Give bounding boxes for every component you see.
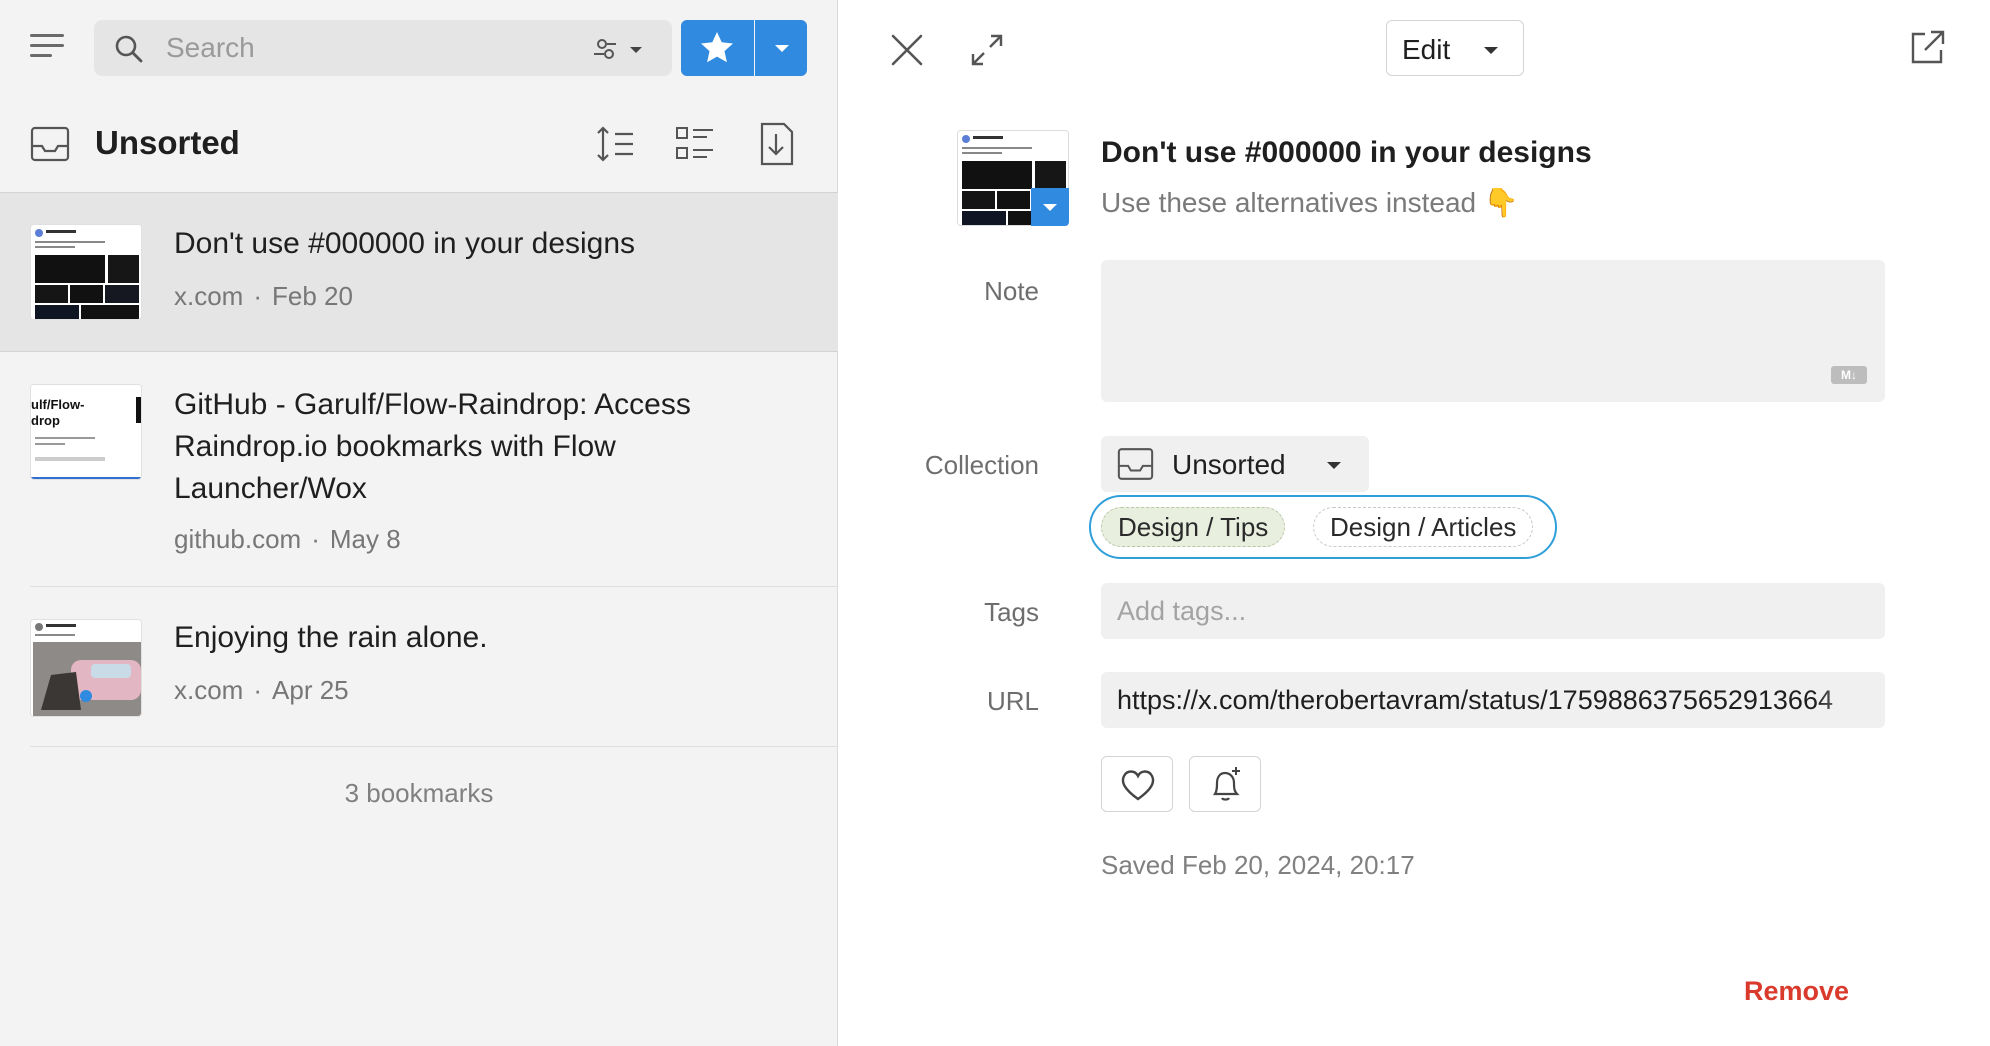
- tags-label: Tags: [984, 597, 1039, 627]
- meta-separator: ·: [253, 675, 263, 705]
- bookmark-item[interactable]: Enjoying the rain alone. x.com · Apr 25: [0, 587, 838, 747]
- remove-button[interactable]: Remove: [1744, 976, 1849, 1007]
- download-icon[interactable]: [754, 122, 798, 166]
- suggested-tag[interactable]: Design / Articles: [1313, 507, 1534, 547]
- meta-separator: ·: [253, 281, 263, 311]
- bookmark-detail-panel: Edit Don't use #000000 in your designs U…: [839, 0, 1990, 1046]
- sort-icon[interactable]: [593, 122, 637, 166]
- note-field: M↓: [1101, 260, 1885, 402]
- thumbnail-text: ulf/Flow- drop: [31, 397, 85, 428]
- bell-plus-icon: [1212, 767, 1240, 801]
- bookmark-title: Don't use #000000 in your designs: [1101, 136, 1592, 169]
- inbox-icon: [1117, 448, 1154, 480]
- url-input[interactable]: [1117, 682, 1869, 718]
- edit-button[interactable]: Edit: [1386, 20, 1524, 76]
- close-icon[interactable]: [889, 32, 925, 68]
- reminder-button[interactable]: [1189, 756, 1261, 812]
- bookmark-thumbnail: [30, 619, 142, 717]
- bookmark-title: Don't use #000000 in your designs: [174, 227, 636, 260]
- expand-icon[interactable]: [969, 32, 1005, 68]
- url-label: URL: [986, 686, 1039, 716]
- bookmark-domain: x.com: [174, 675, 244, 705]
- bookmarks-count: 3 bookmarks: [344, 778, 494, 808]
- markdown-icon: M↓: [1831, 366, 1867, 384]
- heart-icon: [1121, 770, 1155, 801]
- hamburger-icon[interactable]: [30, 30, 68, 62]
- bookmark-meta: x.com · Apr 25: [174, 675, 349, 706]
- suggested-tags: Design / Tips Design / Articles: [1089, 495, 1557, 559]
- note-input[interactable]: [1101, 260, 1885, 402]
- bookmark-title: Enjoying the rain alone.: [174, 621, 488, 654]
- bookmark-date: Feb 20: [272, 281, 353, 311]
- bookmark-thumbnail: ulf/Flow- drop: [30, 384, 142, 480]
- search-bar: [94, 20, 672, 76]
- add-bookmark-button[interactable]: [681, 20, 754, 76]
- list-view-icon[interactable]: [673, 122, 717, 166]
- note-label: Note: [984, 276, 1039, 306]
- bookmark-domain: x.com: [174, 281, 244, 311]
- meta-separator: ·: [311, 524, 320, 554]
- collection-title: Unsorted: [95, 124, 240, 161]
- bookmark-meta: github.com · May 8: [174, 524, 401, 555]
- bookmark-date: May 8: [329, 524, 401, 554]
- tags-field: [1101, 583, 1885, 639]
- bookmark-meta: x.com · Feb 20: [174, 281, 353, 312]
- bookmark-item[interactable]: Don't use #000000 in your designs x.com ·…: [0, 192, 838, 352]
- bookmark-item[interactable]: ulf/Flow- drop GitHub - Garulf/Flow-Rain…: [0, 352, 838, 587]
- collection-select[interactable]: Unsorted: [1101, 436, 1369, 492]
- inbox-icon: [30, 126, 70, 162]
- bookmark-title: GitHub - Garulf/Flow-Raindrop: Access Ra…: [174, 388, 691, 505]
- collection-value: Unsorted: [1172, 449, 1286, 480]
- collection-label: Collection: [924, 450, 1039, 480]
- suggested-tag[interactable]: Design / Tips: [1101, 507, 1286, 547]
- search-input[interactable]: [166, 30, 566, 66]
- filter-icon[interactable]: [592, 34, 652, 64]
- tags-input[interactable]: [1117, 593, 1869, 629]
- edit-label: Edit: [1402, 34, 1451, 65]
- bookmark-domain: github.com: [174, 524, 302, 554]
- search-icon: [115, 35, 143, 63]
- bookmark-date: Apr 25: [272, 675, 349, 705]
- add-bookmark-dropdown[interactable]: [755, 20, 807, 76]
- star-icon: [701, 32, 733, 63]
- bookmarks-panel: Unsorted: [0, 0, 838, 1046]
- bookmark-excerpt: Use these alternatives instead 👇: [1101, 187, 1519, 218]
- collection-header: Unsorted: [30, 122, 810, 166]
- divider: [30, 746, 838, 747]
- bookmark-thumbnail: [30, 224, 142, 320]
- url-field: [1101, 672, 1885, 728]
- saved-date: Saved Feb 20, 2024, 20:17: [1101, 850, 1415, 880]
- external-link-icon[interactable]: [1907, 28, 1947, 68]
- favorite-button[interactable]: [1101, 756, 1173, 812]
- cover-dropdown[interactable]: [1031, 188, 1069, 226]
